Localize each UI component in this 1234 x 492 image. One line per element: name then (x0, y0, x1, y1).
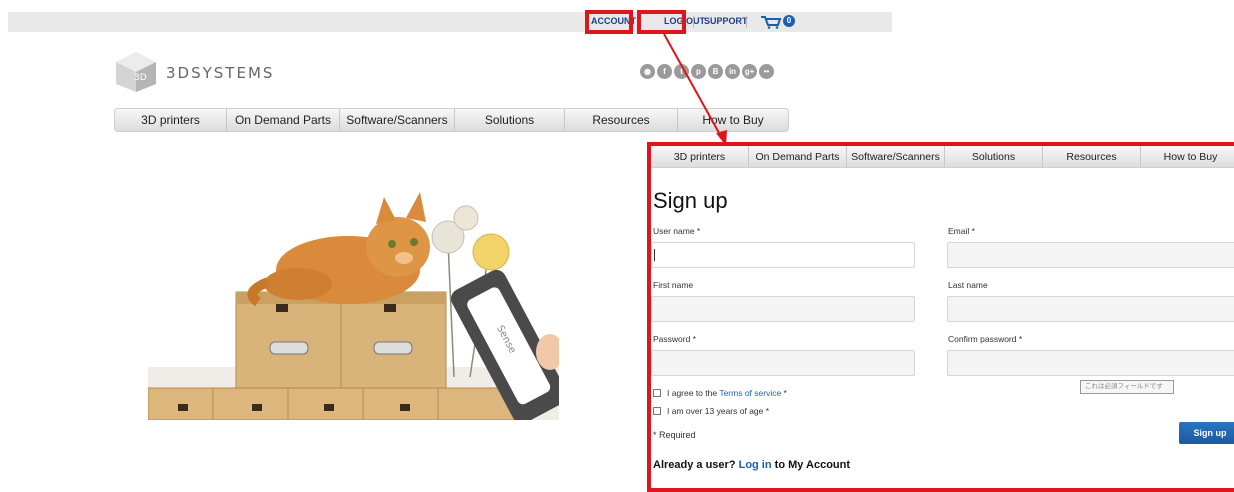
3dsystems-logo-icon[interactable]: 3D (114, 50, 158, 94)
blogger-icon[interactable]: B (708, 64, 723, 79)
lastname-input[interactable] (947, 296, 1234, 322)
nav-3d-printers[interactable]: 3D printers (115, 109, 227, 131)
subnav-solutions[interactable]: Solutions (945, 146, 1043, 168)
facebook-icon[interactable]: f (657, 64, 672, 79)
confirm-password-input[interactable] (947, 350, 1234, 376)
nav-on-demand-parts[interactable]: On Demand Parts (227, 109, 340, 131)
email-input[interactable] (947, 242, 1234, 268)
main-nav: 3D printers On Demand Parts Software/Sca… (114, 108, 789, 132)
subnav-how-to-buy[interactable]: How to Buy (1141, 146, 1234, 168)
googleplus-icon[interactable]: g+ (742, 64, 757, 79)
username-input[interactable] (651, 242, 915, 268)
brand-name[interactable]: 3DSYSTEMS (166, 64, 274, 82)
twitter-icon[interactable]: t (674, 64, 689, 79)
password-input[interactable] (651, 350, 915, 376)
flickr-icon[interactable]: •• (759, 64, 774, 79)
age-checkbox-row: I am over 13 years of age * (653, 406, 769, 416)
page-title: Sign up (653, 188, 728, 213)
linkedin-icon[interactable]: in (725, 64, 740, 79)
required-field-tooltip: これは必須フィールドです (1080, 380, 1174, 394)
age-checkbox[interactable] (653, 407, 661, 415)
subnav-3d-printers[interactable]: 3D printers (651, 146, 749, 168)
social-icons: ◉ f t p B in g+ •• (640, 64, 774, 79)
cart-count-badge[interactable]: 0 (783, 15, 795, 27)
firstname-label: First name (653, 280, 694, 290)
account-highlight (585, 10, 633, 34)
nav-resources[interactable]: Resources (565, 109, 678, 131)
lastname-label: Last name (948, 280, 988, 290)
terms-prefix: I agree to the (667, 388, 720, 398)
username-label: User name * (653, 226, 701, 236)
already-prefix: Already a user? (653, 459, 739, 471)
terms-checkbox-row: I agree to the Terms of service * (653, 388, 787, 398)
nav-solutions[interactable]: Solutions (455, 109, 565, 131)
firstname-input[interactable] (651, 296, 915, 322)
separator (746, 16, 747, 28)
confirm-password-label: Confirm password * (948, 334, 1023, 344)
subnav-resources[interactable]: Resources (1043, 146, 1141, 168)
age-label: I am over 13 years of age * (667, 406, 770, 416)
pinterest-icon[interactable]: p (691, 64, 706, 79)
logout-highlight (637, 10, 686, 34)
signup-button[interactable]: Sign up (1179, 422, 1234, 444)
signup-panel-nav: 3D printers On Demand Parts Software/Sca… (651, 146, 1234, 168)
logo-mark-text: 3D (134, 73, 147, 83)
password-label: Password * (653, 334, 696, 344)
login-link[interactable]: Log in (739, 459, 772, 471)
rss-icon[interactable]: ◉ (640, 64, 655, 79)
already-suffix: to My Account (771, 459, 851, 471)
nav-software-scanners[interactable]: Software/Scanners (340, 109, 455, 131)
support-link[interactable]: SUPPORT (704, 16, 748, 26)
email-label: Email * (948, 226, 975, 236)
terms-checkbox[interactable] (653, 389, 661, 397)
subnav-software-scanners[interactable]: Software/Scanners (847, 146, 945, 168)
required-note: * Required (653, 430, 696, 440)
nav-how-to-buy[interactable]: How to Buy (678, 109, 788, 131)
signup-panel: 3D printers On Demand Parts Software/Sca… (647, 142, 1234, 492)
terms-suffix: * (781, 388, 787, 398)
terms-link[interactable]: Terms of service (719, 388, 781, 398)
already-user-text: Already a user? Log in to My Account (653, 459, 850, 471)
separator (693, 16, 694, 28)
hero-image: Sense (148, 152, 559, 420)
subnav-on-demand-parts[interactable]: On Demand Parts (749, 146, 847, 168)
